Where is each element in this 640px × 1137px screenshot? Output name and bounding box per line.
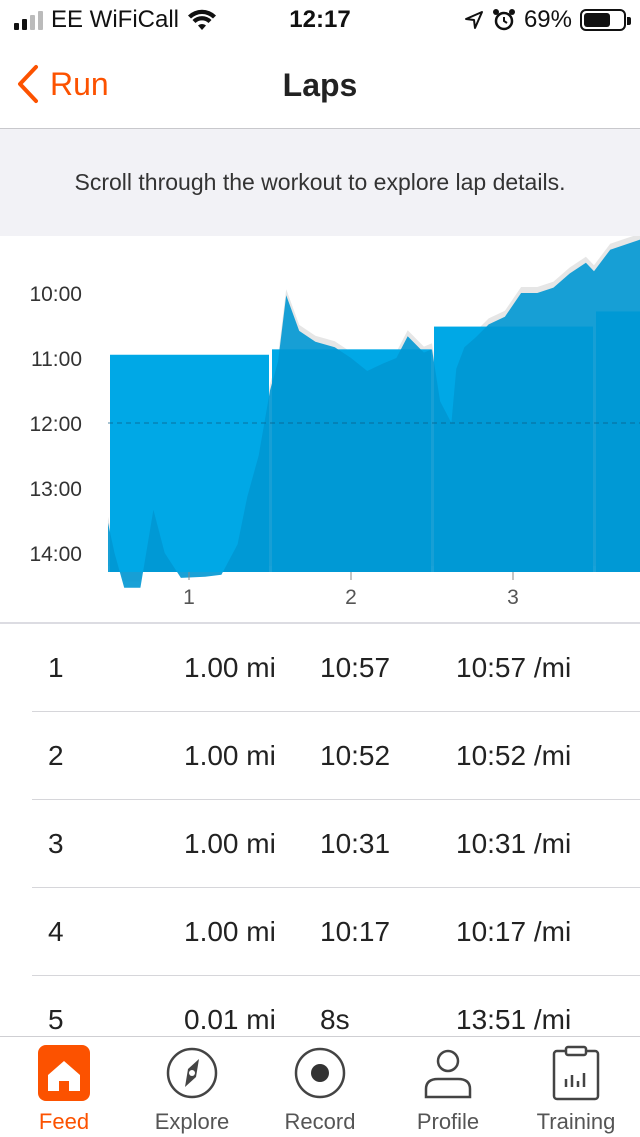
lap-time: 8s <box>320 1004 350 1035</box>
tab-explore[interactable]: Explore <box>128 1037 256 1137</box>
tab-training[interactable]: Training <box>512 1037 640 1137</box>
tab-label: Profile <box>416 1109 480 1134</box>
tab-record[interactable]: Record <box>256 1037 384 1137</box>
lap-distance: 1.00 mi <box>184 828 276 859</box>
tab-feed[interactable]: Feed <box>0 1037 128 1137</box>
tab-label: Record <box>284 1109 356 1134</box>
compass-icon <box>166 1045 218 1101</box>
banner-text: Scroll through the workout to explore la… <box>74 169 566 195</box>
lap-number: 2 <box>48 740 64 771</box>
lap-distance: 1.00 mi <box>184 916 276 947</box>
lap-number: 1 <box>48 652 64 683</box>
tab-label: Explore <box>154 1109 230 1134</box>
laps-table[interactable]: 1 1.00 mi 10:57 10:57 /mi 2 1.00 mi 10:52 10:52… <box>0 624 640 1036</box>
lap-pace: 10:52 /mi <box>456 740 572 771</box>
y-tick-label: 12:00 <box>29 413 82 436</box>
tab-bar: Feed Explore Record Profile Training <box>0 1036 640 1137</box>
lap-pace: 10:31 /mi <box>456 828 572 859</box>
lap-time: 10:57 <box>320 652 391 683</box>
lap-time: 10:31 <box>320 828 391 859</box>
lap-distance: 0.01 mi <box>184 1004 276 1035</box>
lap-row[interactable]: 4 1.00 mi 10:17 10:17 /mi <box>0 888 640 976</box>
battery-icon <box>580 9 631 31</box>
alarm-icon <box>492 9 515 31</box>
battery-percent: 69% <box>523 6 572 33</box>
x-tick-label: 2 <box>345 586 357 609</box>
lap-time: 10:52 <box>320 740 391 771</box>
y-tick-label: 14:00 <box>29 543 82 566</box>
lap-row[interactable]: 2 1.00 mi 10:52 10:52 /mi <box>0 712 640 800</box>
lap-pace: 13:51 /mi <box>456 1004 572 1035</box>
lap-distance: 1.00 mi <box>184 740 276 771</box>
tab-profile[interactable]: Profile <box>384 1037 512 1137</box>
lap-distance: 1.00 mi <box>184 652 276 683</box>
lap-pace: 10:57 /mi <box>456 652 572 683</box>
profile-icon <box>422 1045 474 1101</box>
lap-number: 5 <box>48 1004 64 1035</box>
lap-row[interactable]: 5 0.01 mi 8s 13:51 /mi <box>0 976 640 1036</box>
lap-row[interactable]: 3 1.00 mi 10:31 10:31 /mi <box>0 800 640 888</box>
lap-time: 10:17 <box>320 916 391 947</box>
x-tick-label: 1 <box>183 586 195 609</box>
location-icon <box>464 11 483 29</box>
battery-nub <box>627 17 631 25</box>
lap-pace: 10:17 /mi <box>456 916 572 947</box>
info-banner: Scroll through the workout to explore la… <box>0 129 640 236</box>
record-icon <box>294 1045 346 1101</box>
y-tick-label: 11:00 <box>31 348 82 371</box>
lap-row[interactable]: 1 1.00 mi 10:57 10:57 /mi <box>0 624 640 712</box>
navigation-bar: Run Laps <box>0 40 640 129</box>
y-tick-label: 13:00 <box>29 478 82 501</box>
status-right: 69% <box>464 6 631 34</box>
page-title: Laps <box>282 67 358 103</box>
lap-number: 4 <box>48 916 64 947</box>
pace-chart-svg: 10:0011:0012:0013:0014:001234 <box>29 236 640 609</box>
laps-pace-chart[interactable]: 10:0011:0012:0013:0014:001234 <box>0 236 640 624</box>
training-icon <box>550 1045 602 1101</box>
y-tick-label: 10:00 <box>29 283 82 306</box>
lap-number: 3 <box>48 828 64 859</box>
battery-fill <box>584 13 610 27</box>
status-bar: EE WiFiCall 12:17 69% <box>0 0 640 40</box>
home-icon <box>38 1045 90 1101</box>
tab-label: Training <box>536 1109 616 1134</box>
x-tick-label: 3 <box>507 586 519 609</box>
tab-label: Feed <box>38 1109 90 1134</box>
